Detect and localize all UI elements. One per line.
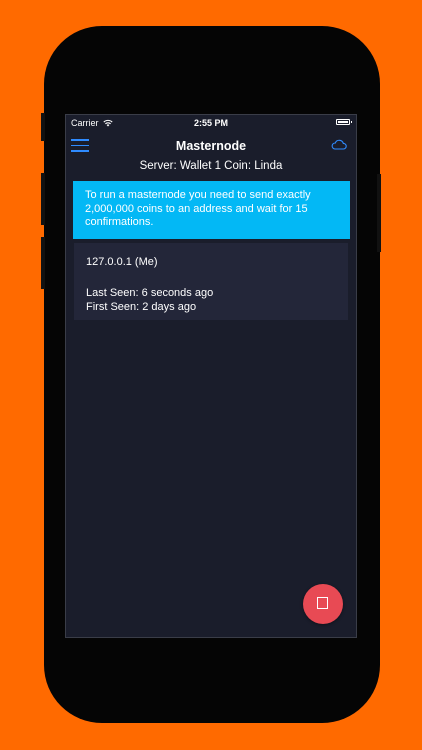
battery-fill [338,121,348,123]
power-button [377,174,381,252]
cloud-icon[interactable] [331,139,347,150]
status-time: 2:55 PM [193,118,228,128]
stop-button[interactable] [303,584,343,624]
page-title: Masternode [175,139,247,153]
volume-down-button [41,237,45,289]
app-screen: Carrier 2:55 PM Masternode Server: Walle… [65,114,357,638]
volume-up-button [41,173,45,225]
stop-icon [317,597,328,609]
node-first-seen: First Seen: 2 days ago [86,301,197,313]
mute-switch [41,113,45,141]
masternode-card[interactable]: 127.0.0.1 (Me) Last Seen: 6 seconds ago … [74,243,348,320]
node-ip: 127.0.0.1 (Me) [86,256,158,268]
server-info: Server: Wallet 1 Coin: Linda [139,160,283,172]
node-last-seen: Last Seen: 6 seconds ago [86,287,214,299]
battery-icon [336,119,352,125]
info-banner: To run a masternode you need to send exa… [73,181,350,239]
navigation-bar: Masternode [66,131,356,159]
status-bar: Carrier 2:55 PM [66,115,356,131]
